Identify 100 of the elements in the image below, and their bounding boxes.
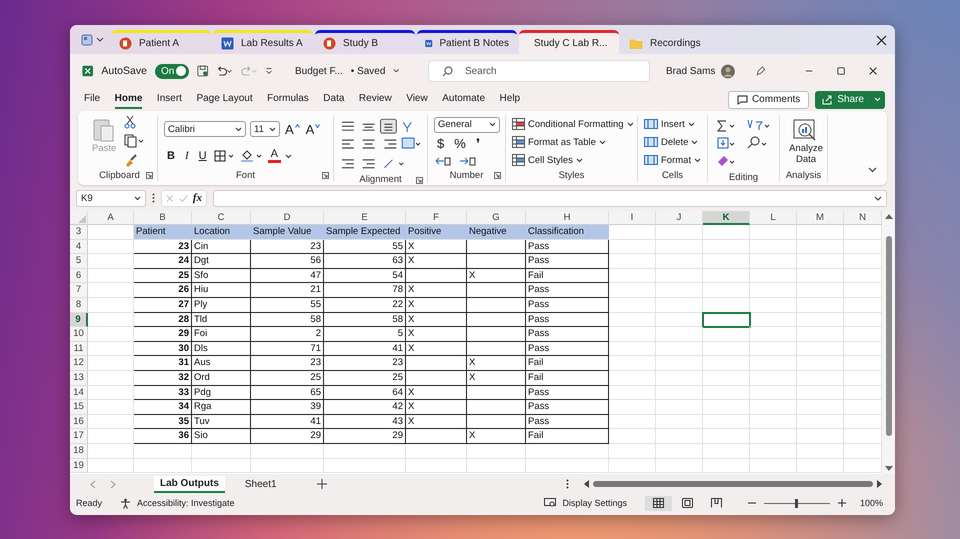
check-icon[interactable] bbox=[178, 194, 188, 202]
row-header[interactable]: 18 bbox=[70, 444, 88, 458]
font-style-button[interactable]: B bbox=[164, 150, 178, 162]
row-header[interactable]: 4 bbox=[70, 240, 88, 254]
styles-menu-button[interactable]: Cell Styles bbox=[512, 154, 583, 166]
browser-tab[interactable]: Study B bbox=[315, 30, 415, 54]
menu-tab[interactable]: Home bbox=[114, 90, 142, 109]
menu-tab[interactable]: Data bbox=[323, 90, 344, 109]
display-settings-button[interactable]: Display Settings bbox=[562, 498, 627, 508]
chevron-down-icon[interactable] bbox=[269, 126, 276, 132]
name-box[interactable]: K9 bbox=[76, 190, 146, 206]
shrink-font-button[interactable]: A bbox=[304, 122, 322, 136]
close-icon[interactable] bbox=[876, 35, 887, 46]
menu-tab[interactable]: Insert bbox=[156, 90, 182, 109]
row-header[interactable]: 14 bbox=[70, 386, 88, 400]
accessibility-icon[interactable] bbox=[120, 498, 132, 508]
menu-tab[interactable]: File bbox=[84, 90, 100, 109]
accessibility-status[interactable]: Accessibility: Investigate bbox=[137, 498, 235, 508]
row-header[interactable]: 11 bbox=[70, 342, 88, 356]
sheet-tab[interactable]: Sheet1 bbox=[238, 476, 283, 492]
menu-tab[interactable]: Automate bbox=[442, 90, 486, 109]
font-style-button[interactable]: I bbox=[182, 150, 192, 162]
menu-tab[interactable]: View bbox=[406, 90, 428, 109]
chevron-down-icon[interactable] bbox=[134, 196, 141, 200]
horizontal-scrollbar[interactable] bbox=[583, 480, 883, 488]
browser-tab[interactable]: Recordings bbox=[621, 30, 721, 54]
zoom-in-icon[interactable] bbox=[838, 499, 846, 507]
comments-button[interactable]: Comments bbox=[728, 90, 810, 108]
normal-view-button[interactable] bbox=[644, 496, 672, 510]
number-format-button[interactable]: % bbox=[451, 136, 469, 152]
font-style-button[interactable]: U bbox=[196, 150, 210, 162]
decimal-places-icon[interactable] bbox=[434, 155, 478, 168]
row-header[interactable]: 9 bbox=[70, 312, 88, 328]
column-header[interactable]: G bbox=[467, 211, 526, 225]
scroll-up-icon[interactable] bbox=[884, 213, 892, 219]
column-header[interactable]: A bbox=[88, 211, 134, 225]
scroll-right-icon[interactable] bbox=[877, 480, 883, 488]
chevron-down-icon[interactable] bbox=[284, 154, 292, 158]
dialog-launcher-icon[interactable] bbox=[494, 172, 501, 179]
row-header[interactable]: 7 bbox=[70, 283, 88, 298]
share-button[interactable]: Share bbox=[815, 90, 885, 108]
row-header[interactable]: 19 bbox=[70, 458, 88, 474]
column-header[interactable]: D bbox=[251, 211, 324, 225]
chevron-down-icon[interactable] bbox=[868, 167, 877, 173]
row-header[interactable]: 8 bbox=[70, 298, 88, 313]
search-field[interactable]: Search bbox=[428, 60, 650, 82]
dialog-launcher-icon[interactable] bbox=[146, 172, 153, 179]
column-header[interactable]: B bbox=[134, 211, 192, 225]
cells-menu-button[interactable]: Insert bbox=[644, 118, 695, 130]
column-header[interactable]: I bbox=[609, 211, 656, 225]
close-icon[interactable] bbox=[868, 66, 877, 76]
autosave-toggle[interactable]: On bbox=[154, 64, 189, 78]
column-header[interactable]: F bbox=[406, 211, 467, 225]
borders-icon[interactable] bbox=[214, 150, 236, 162]
browser-tab[interactable]: Patient B Notes bbox=[417, 30, 517, 54]
dialog-launcher-icon[interactable] bbox=[416, 177, 423, 184]
browser-tab[interactable]: Study C Lab R... bbox=[519, 30, 619, 54]
analyze-data-button[interactable]: Analyze Data bbox=[786, 119, 826, 165]
column-header[interactable]: H bbox=[526, 211, 609, 225]
chevron-down-icon[interactable] bbox=[489, 122, 496, 128]
zoom-level[interactable]: 100% bbox=[860, 498, 883, 508]
column-header[interactable]: E bbox=[324, 211, 406, 225]
column-header[interactable]: K bbox=[703, 211, 750, 225]
more-icon[interactable] bbox=[152, 193, 155, 203]
maximize-icon[interactable] bbox=[836, 66, 845, 76]
format-painter-icon[interactable] bbox=[124, 153, 138, 167]
browser-tab[interactable]: Patient A bbox=[111, 30, 211, 54]
row-header[interactable]: 16 bbox=[70, 414, 88, 430]
customize-icon[interactable] bbox=[264, 66, 273, 76]
menu-tab[interactable]: Page Layout bbox=[196, 90, 253, 109]
insert-function-button[interactable]: fx bbox=[192, 192, 202, 204]
formula-input[interactable] bbox=[213, 190, 887, 206]
cut-icon[interactable] bbox=[124, 115, 136, 129]
scroll-down-icon[interactable] bbox=[884, 466, 892, 472]
row-header[interactable]: 6 bbox=[70, 268, 88, 284]
chevron-down-icon[interactable] bbox=[874, 196, 882, 200]
row-header[interactable]: 12 bbox=[70, 356, 88, 371]
save-icon[interactable] bbox=[196, 64, 208, 78]
avatar[interactable] bbox=[721, 62, 736, 80]
document-name[interactable]: Budget F... bbox=[294, 66, 343, 76]
row-header[interactable]: 15 bbox=[70, 400, 88, 415]
undo-icon[interactable] bbox=[216, 65, 233, 77]
number-format-button[interactable]: ❜ bbox=[472, 136, 483, 152]
number-format-field[interactable]: General bbox=[434, 116, 500, 133]
font-color-button[interactable]: A bbox=[268, 149, 281, 163]
menu-tab[interactable]: Review bbox=[358, 90, 392, 109]
column-header[interactable]: N bbox=[844, 211, 882, 225]
styles-menu-button[interactable]: Conditional Formatting bbox=[512, 118, 634, 130]
browser-tab[interactable]: Lab Results A bbox=[213, 30, 313, 54]
font-family-field[interactable]: Calibri bbox=[164, 121, 246, 137]
cells-menu-button[interactable]: Delete bbox=[644, 136, 698, 148]
menu-tab[interactable]: Help bbox=[500, 90, 520, 109]
column-header[interactable]: J bbox=[656, 211, 703, 225]
vertical-scrollbar[interactable] bbox=[882, 211, 895, 474]
display-settings-icon[interactable] bbox=[544, 498, 556, 508]
chevron-down-icon[interactable] bbox=[235, 126, 242, 132]
fill-color-icon[interactable] bbox=[240, 149, 264, 163]
row-header[interactable]: 13 bbox=[70, 370, 88, 386]
font-size-field[interactable]: 11 bbox=[250, 121, 280, 137]
row-header[interactable]: 3 bbox=[70, 225, 88, 240]
